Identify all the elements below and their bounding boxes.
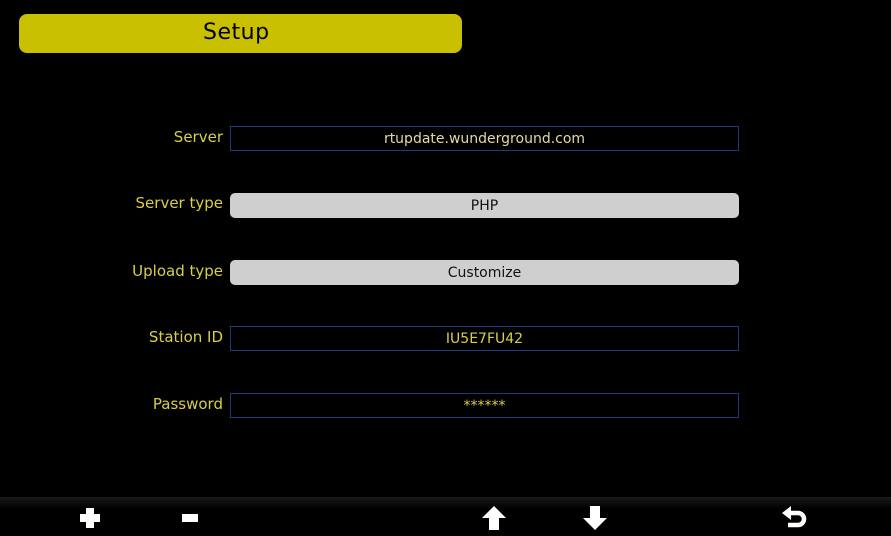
server-label: Server <box>173 128 223 146</box>
password-label: Password <box>152 395 223 413</box>
minus-icon <box>182 514 198 522</box>
upload-type-label: Upload type <box>132 262 223 280</box>
arrow-down-button[interactable] <box>580 503 610 533</box>
station-id-label: Station ID <box>148 328 223 346</box>
arrow-down-icon <box>583 506 607 530</box>
server-value: rtupdate.wunderground.com <box>383 130 586 147</box>
minus-button[interactable] <box>175 503 205 533</box>
password-value: ****** <box>463 397 506 414</box>
server-type-label: Server type <box>135 194 223 212</box>
arrow-up-button[interactable] <box>479 503 509 533</box>
password-field[interactable]: ****** <box>230 393 739 418</box>
bottom-toolbar <box>0 497 891 536</box>
upload-type-value: Customize <box>447 264 522 281</box>
server-type-select[interactable]: PHP <box>230 193 739 218</box>
arrow-up-icon <box>482 506 506 530</box>
plus-button[interactable] <box>75 503 105 533</box>
station-id-value: IU5E7FU42 <box>445 330 524 347</box>
return-button[interactable] <box>780 503 810 533</box>
return-icon <box>782 506 807 528</box>
page-title: Setup <box>203 20 270 45</box>
page-title-tab: Setup <box>19 14 462 53</box>
server-type-value: PHP <box>470 197 499 214</box>
station-id-field[interactable]: IU5E7FU42 <box>230 326 739 351</box>
plus-icon <box>80 508 100 528</box>
upload-type-select[interactable]: Customize <box>230 260 739 285</box>
server-field[interactable]: rtupdate.wunderground.com <box>230 126 739 151</box>
